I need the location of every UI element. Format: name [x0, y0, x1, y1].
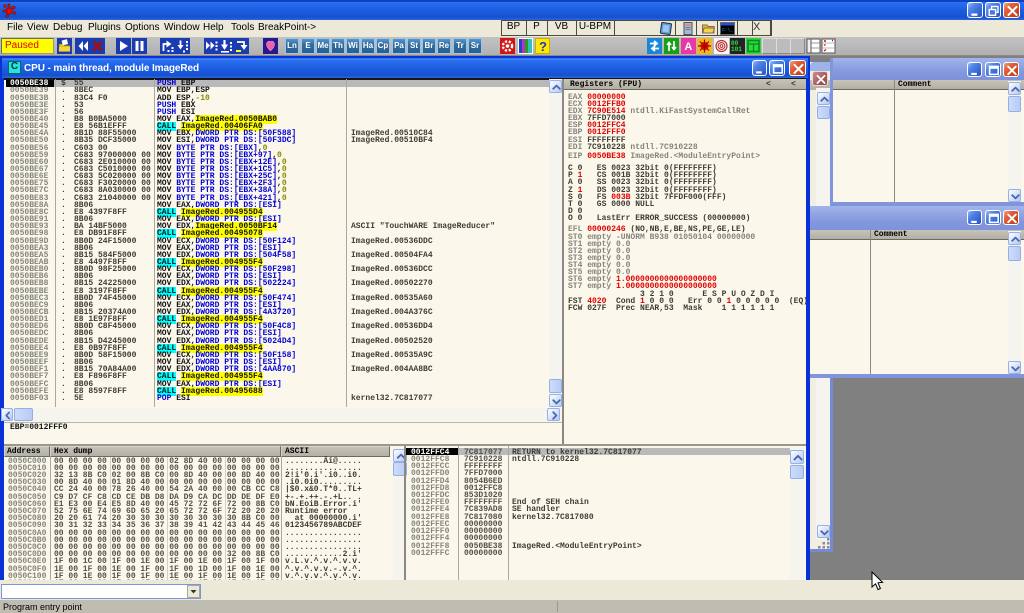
svg-text:A: A: [684, 41, 692, 53]
svg-text:101: 101: [731, 46, 742, 53]
svg-text:C:\_: C:\_: [722, 27, 733, 33]
